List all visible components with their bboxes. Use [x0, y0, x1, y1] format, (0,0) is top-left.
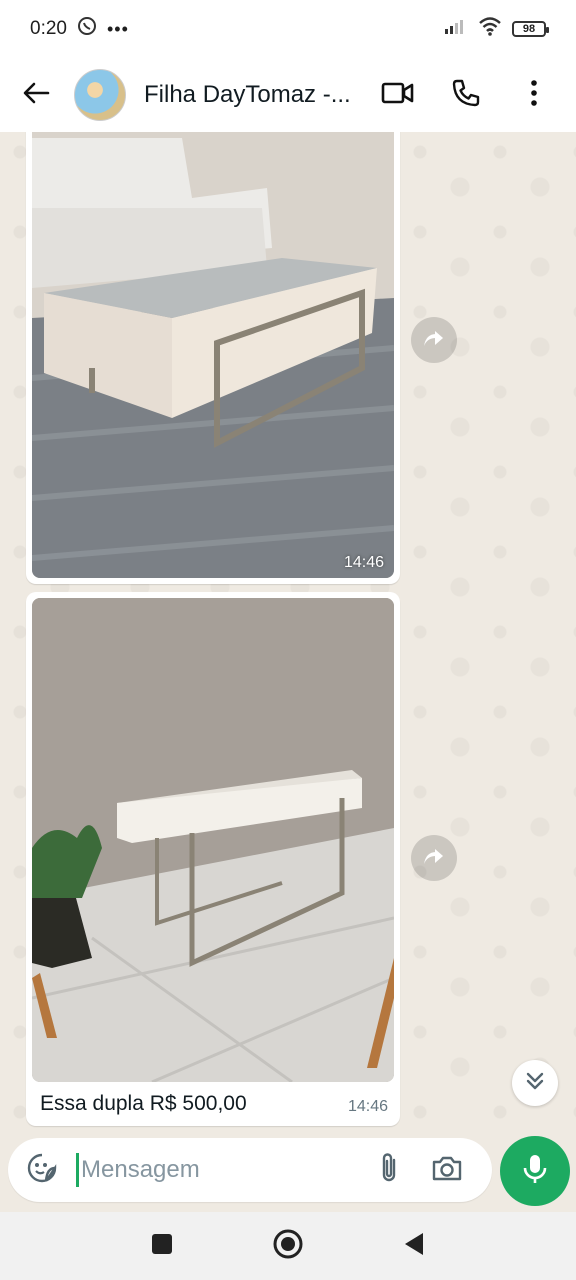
- square-icon: [151, 1233, 173, 1260]
- video-call-icon: [381, 80, 415, 111]
- circle-icon: [272, 1228, 304, 1265]
- recents-button[interactable]: [142, 1226, 182, 1266]
- status-time: 0:20: [30, 18, 67, 39]
- back-nav-button[interactable]: [394, 1226, 434, 1266]
- chat-messages[interactable]: 14:46 Essa dupla R$ 500,00 14:46: [0, 132, 576, 1132]
- back-button[interactable]: [14, 73, 58, 117]
- sticker-icon: [26, 1152, 58, 1189]
- sticker-button[interactable]: [24, 1152, 60, 1188]
- forward-icon: [421, 846, 447, 871]
- attach-icon: [377, 1152, 401, 1189]
- microphone-icon: [522, 1153, 548, 1190]
- phone-call-icon: [451, 78, 481, 113]
- image-message[interactable]: 14:46: [26, 132, 400, 584]
- more-notifications-icon: •••: [106, 18, 129, 39]
- double-chevron-down-icon: [524, 1070, 546, 1097]
- image-message[interactable]: Essa dupla R$ 500,00 14:46: [26, 592, 400, 1126]
- chat-header: Filha DayTomaz -...: [0, 58, 576, 132]
- whatsapp-notification-icon: [77, 16, 97, 42]
- more-options-icon: [530, 79, 538, 111]
- more-options-button[interactable]: [514, 75, 554, 115]
- forward-button[interactable]: [411, 835, 457, 881]
- voice-message-button[interactable]: [500, 1136, 570, 1206]
- scroll-to-bottom-button[interactable]: [512, 1060, 558, 1106]
- message-composer: [8, 1138, 492, 1202]
- signal-icon: [444, 17, 468, 41]
- triangle-back-icon: [403, 1231, 425, 1262]
- video-call-button[interactable]: [378, 75, 418, 115]
- contact-name[interactable]: Filha DayTomaz -...: [144, 81, 364, 109]
- system-navigation-bar: [0, 1212, 576, 1280]
- wifi-icon: [478, 16, 502, 42]
- attach-button[interactable]: [369, 1150, 409, 1190]
- voice-call-button[interactable]: [446, 75, 486, 115]
- back-arrow-icon: [22, 81, 50, 110]
- coffee-table-photo[interactable]: 14:46: [32, 132, 394, 578]
- camera-icon: [431, 1154, 463, 1187]
- forward-icon: [421, 328, 447, 353]
- message-caption: Essa dupla R$ 500,00: [40, 1092, 247, 1115]
- message-time: 14:46: [343, 554, 384, 571]
- message-time: 14:46: [347, 1098, 388, 1115]
- battery-indicator: 98: [512, 21, 549, 37]
- contact-avatar[interactable]: [74, 69, 126, 121]
- message-input[interactable]: [81, 1156, 351, 1184]
- forward-button[interactable]: [411, 317, 457, 363]
- home-button[interactable]: [268, 1226, 308, 1266]
- camera-button[interactable]: [427, 1150, 467, 1190]
- console-table-photo[interactable]: [32, 598, 394, 1082]
- text-cursor: [76, 1153, 79, 1187]
- status-bar: 0:20 ••• 98: [0, 0, 576, 58]
